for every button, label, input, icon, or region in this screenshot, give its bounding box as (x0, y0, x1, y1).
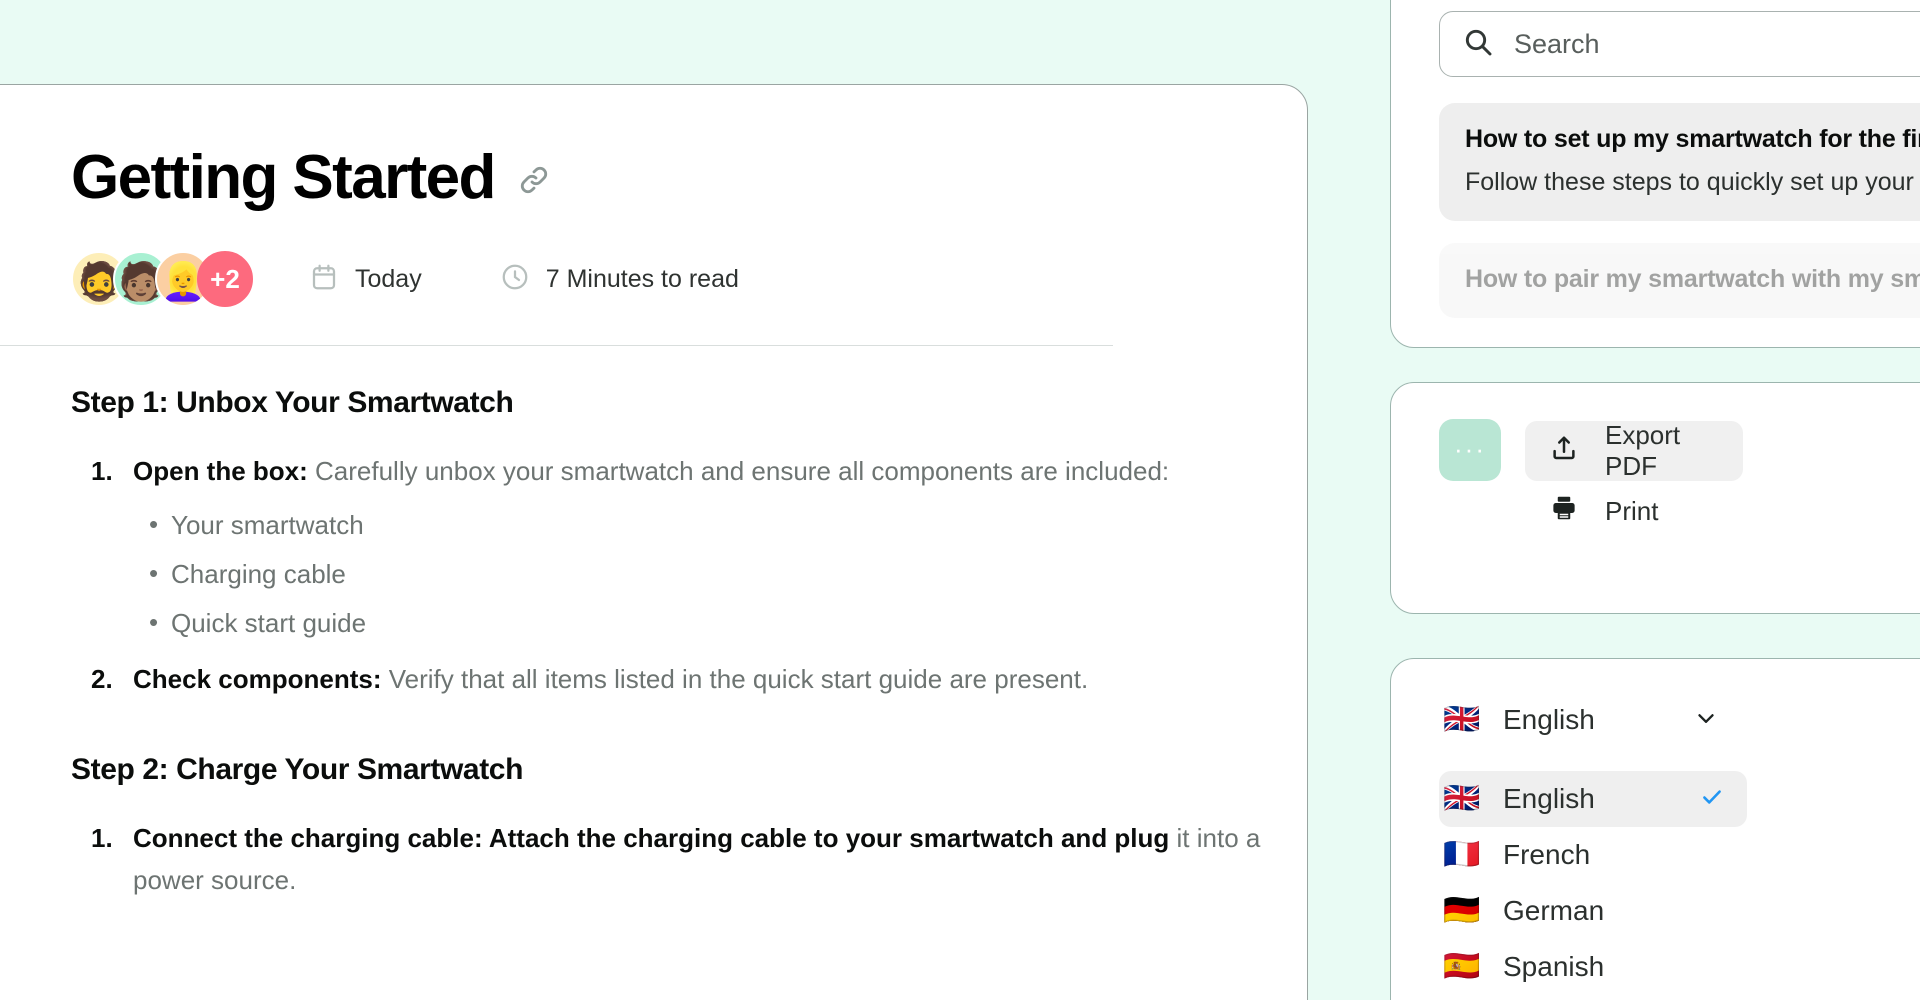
search-result-item[interactable]: How to set up my smartwatch for the firs… (1439, 103, 1920, 221)
actions-row: ··· Export PDF Print (1439, 419, 1920, 541)
flag-icon-gb: 🇬🇧 (1443, 781, 1481, 816)
print-button[interactable]: Print (1525, 481, 1743, 541)
language-option-label: English (1503, 783, 1595, 814)
ordered-list: 2. Check components: Verify that all ite… (71, 658, 1307, 700)
list-item-text: Carefully unbox your smartwatch and ensu… (307, 456, 1170, 486)
search-input[interactable]: Search (1439, 11, 1920, 77)
list-item: 1. Open the box: Carefully unbox your sm… (91, 450, 1307, 492)
document-content: Getting Started 🧔 🧑🏽 (0, 85, 1307, 901)
list-number: 1. (91, 456, 113, 486)
print-label: Print (1605, 495, 1659, 526)
search-icon (1462, 26, 1494, 63)
selected-language-label: English (1503, 704, 1595, 735)
flag-icon-de: 🇩🇪 (1443, 893, 1481, 928)
language-option-label: French (1503, 839, 1591, 870)
section-heading: Step 2: Charge Your Smartwatch (71, 752, 524, 786)
document-date: Today (309, 262, 422, 297)
actions-panel: ··· Export PDF Print (1390, 382, 1920, 614)
clock-icon (500, 262, 530, 297)
list-item-text: Verify that all items listed in the quic… (381, 664, 1089, 695)
search-result-title: How to set up my smartwatch for the firs… (1465, 125, 1920, 153)
list-number: 1. (91, 822, 113, 853)
page-title: Getting Started (71, 143, 496, 212)
flag-icon-gb: 🇬🇧 (1443, 702, 1481, 737)
list-item: Quick start guide (149, 601, 1307, 644)
flag-icon-es: 🇪🇸 (1443, 949, 1481, 984)
export-pdf-label: Export PDF (1605, 420, 1681, 481)
avatar-overflow-count[interactable]: +2 (197, 251, 253, 307)
language-option-english[interactable]: 🇬🇧 English (1439, 771, 1747, 827)
document-read-time: 7 Minutes to read (500, 262, 739, 297)
language-option-german[interactable]: 🇩🇪 German (1439, 883, 1747, 939)
document-body: Step 1: Unbox Your Smartwatch 1. Open th… (71, 346, 1307, 901)
search-result-title: How to pair my smartwatch with my smartp… (1465, 265, 1920, 293)
language-option-french[interactable]: 🇫🇷 French (1439, 827, 1747, 883)
search-placeholder: Search (1514, 28, 1600, 59)
more-options-button[interactable]: ··· (1439, 419, 1501, 481)
language-panel: 🇬🇧 English 🇬🇧 English 🇫🇷 French 🇩🇪 Germa… (1390, 658, 1920, 1000)
app-root: Getting Started 🧔 🧑🏽 (0, 0, 1920, 1000)
document-card: Getting Started 🧔 🧑🏽 (0, 84, 1308, 1000)
list-item: 1. Connect the charging cable: Attach th… (91, 817, 1307, 901)
section-heading: Step 1: Unbox Your Smartwatch (71, 386, 514, 419)
document-meta: 🧔 🧑🏽 👱‍♀️ +2 (71, 251, 1307, 307)
chevron-down-icon[interactable] (1693, 705, 1719, 736)
list-item: Charging cable (149, 552, 1307, 595)
flag-icon-fr: 🇫🇷 (1443, 837, 1481, 872)
language-selector[interactable]: 🇬🇧 English (1439, 693, 1719, 747)
export-icon (1549, 433, 1579, 470)
list-item-bold: Connect the charging cable: Attach the c… (133, 822, 1170, 853)
list-item-bold: Open the box: (133, 456, 308, 486)
link-icon[interactable] (517, 163, 551, 202)
actions-menu: Export PDF Print (1525, 420, 1743, 541)
date-label: Today (355, 264, 422, 293)
check-icon (1699, 784, 1725, 815)
read-time-label: 7 Minutes to read (545, 264, 739, 293)
language-option-label: German (1503, 895, 1605, 926)
list-item: Your smartwatch (149, 503, 1307, 546)
list-number: 2. (91, 664, 113, 695)
export-pdf-button[interactable]: Export PDF (1525, 420, 1743, 481)
search-result-subtitle: Follow these steps to quickly set up you… (1465, 168, 1914, 196)
language-options-list: 🇬🇧 English 🇫🇷 French 🇩🇪 German 🇪🇸 Spanis… (1439, 771, 1920, 995)
document-title-row: Getting Started (71, 147, 1307, 209)
list-item: 2. Check components: Verify that all ite… (91, 658, 1307, 700)
language-option-label: Spanish (1503, 951, 1605, 982)
ordered-list: 1. Open the box: Carefully unbox your sm… (71, 450, 1307, 492)
language-option-spanish[interactable]: 🇪🇸 Spanish (1439, 939, 1747, 995)
bullet-list: Your smartwatch Charging cable Quick sta… (71, 503, 1307, 644)
background-gap (1308, 0, 1388, 1000)
list-item-bold: Check components: (133, 664, 382, 695)
ordered-list: 1. Connect the charging cable: Attach th… (71, 817, 1307, 901)
search-result-item[interactable]: How to pair my smartwatch with my smartp… (1439, 243, 1920, 318)
search-panel: Search How to set up my smartwatch for t… (1390, 0, 1920, 348)
collaborator-avatars[interactable]: 🧔 🧑🏽 👱‍♀️ +2 (71, 251, 253, 307)
printer-icon (1549, 493, 1579, 530)
calendar-icon (309, 262, 339, 297)
